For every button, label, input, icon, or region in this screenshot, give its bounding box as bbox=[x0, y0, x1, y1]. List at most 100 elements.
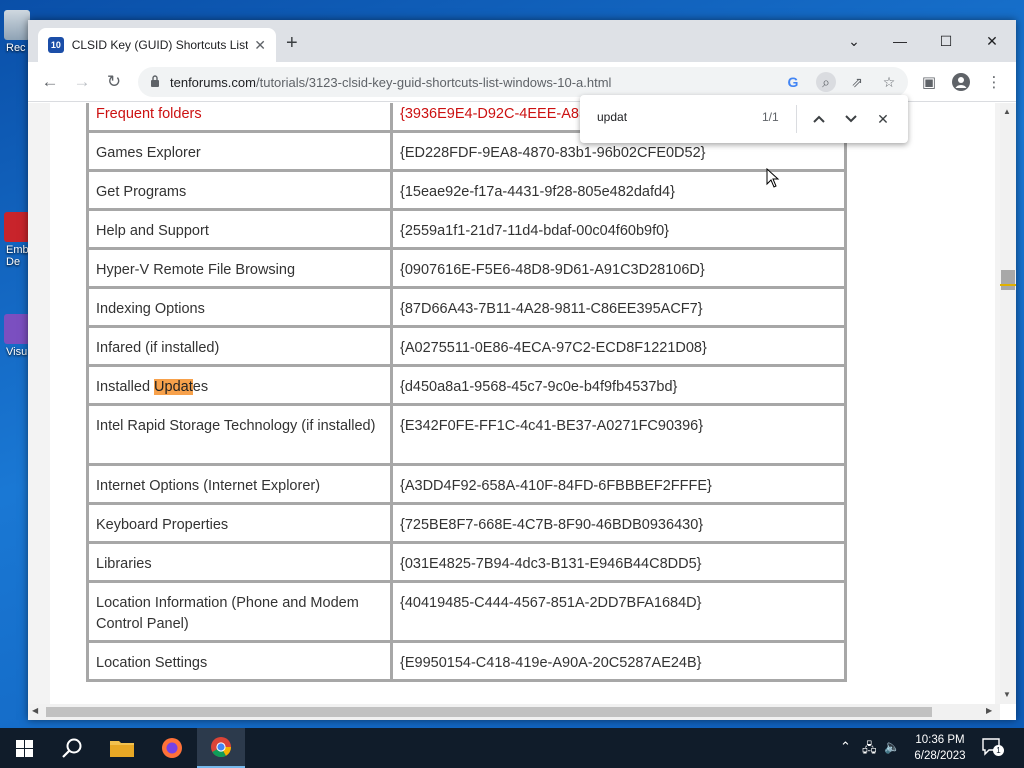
chrome-taskbar-button[interactable] bbox=[197, 728, 245, 768]
new-tab-button[interactable]: + bbox=[286, 33, 298, 53]
scroll-up-arrow-icon[interactable]: ▲ bbox=[1003, 107, 1011, 116]
horizontal-scroll-thumb[interactable] bbox=[46, 707, 932, 717]
bookmark-star-icon[interactable]: ☆ bbox=[879, 72, 899, 92]
site-favicon-icon: 10 bbox=[48, 37, 64, 53]
show-hidden-icons-icon[interactable]: ⌃ bbox=[840, 739, 851, 755]
table-row: Infared (if installed) {A0275511-0E86-4EC… bbox=[86, 325, 847, 367]
close-window-button[interactable]: ✕ bbox=[977, 28, 1007, 54]
share-icon[interactable]: ⇗ bbox=[847, 72, 867, 92]
browser-tab[interactable]: 10 CLSID Key (GUID) Shortcuts List f ✕ bbox=[38, 28, 276, 62]
table-row: Indexing Options {87D66A43-7B11-4A28-9811… bbox=[86, 286, 847, 328]
shortcut-name-cell: Libraries bbox=[86, 541, 393, 583]
horizontal-scrollbar[interactable]: ◀ ▶ bbox=[28, 704, 1000, 720]
forward-button[interactable]: → bbox=[70, 70, 94, 94]
start-button[interactable] bbox=[0, 728, 48, 768]
reload-button[interactable]: ↻ bbox=[102, 70, 126, 94]
clock-time: 10:36 PM bbox=[915, 734, 965, 746]
network-icon[interactable]: 🖧 bbox=[862, 739, 877, 761]
shortcut-name-cell: Help and Support bbox=[86, 208, 393, 250]
guid-text: {031E4825-7B94-4dc3-B131-E946B44C8DD5} bbox=[400, 556, 702, 572]
search-icon bbox=[62, 738, 82, 758]
guid-cell: {E9950154-C418-419e-A90A-20C5287AE24B} bbox=[390, 640, 847, 682]
mouse-cursor-icon bbox=[766, 168, 780, 188]
tab-search-button[interactable]: ⌄ bbox=[839, 28, 869, 54]
side-panel-icon[interactable]: ▣ bbox=[917, 70, 941, 94]
search-button[interactable] bbox=[48, 728, 96, 768]
shortcut-name-text: Infared (if installed) bbox=[96, 340, 220, 356]
shortcut-name-text: Games Explorer bbox=[96, 145, 201, 161]
firefox-button[interactable] bbox=[148, 728, 196, 768]
action-center-button[interactable]: 1 bbox=[982, 738, 1004, 756]
taskbar-clock[interactable]: 10:36 PM 6/28/2023 bbox=[908, 732, 972, 764]
shortcut-name-cell: Installed Updates bbox=[86, 364, 393, 406]
table-row: Get Programs {15eae92e-f17a-4431-9f28-805… bbox=[86, 169, 847, 211]
shortcut-name-cell: Games Explorer bbox=[86, 130, 393, 172]
taskbar: ⌃ 🖧 🔈 10:36 PM 6/28/2023 1 bbox=[0, 728, 1024, 768]
file-explorer-button[interactable] bbox=[98, 728, 146, 768]
shortcut-name-text: Help and Support bbox=[96, 223, 209, 239]
chrome-icon bbox=[211, 737, 232, 758]
guid-text: {15eae92e-f17a-4431-9f28-805e482dafd4} bbox=[400, 184, 675, 200]
shortcut-name-text: es bbox=[192, 379, 209, 395]
find-previous-button[interactable] bbox=[807, 107, 831, 131]
visual-studio-icon bbox=[4, 314, 30, 344]
visual-studio-desktop-icon[interactable]: Visu bbox=[0, 314, 30, 358]
url-text[interactable]: tenforums.com/tutorials/3123-clsid-key-g… bbox=[170, 75, 611, 90]
notification-count-badge: 1 bbox=[993, 745, 1004, 756]
tab-close-icon[interactable]: ✕ bbox=[254, 37, 266, 54]
embedded-desktop-icon[interactable]: Emb De bbox=[0, 212, 30, 268]
table-row: Intel Rapid Storage Technology (if insta… bbox=[86, 403, 847, 466]
google-lens-icon[interactable]: G bbox=[783, 72, 803, 92]
find-close-button[interactable]: ✕ bbox=[871, 107, 895, 131]
guid-text: {2559a1f1-21d7-11d4-bdaf-00c04f60b9f0} bbox=[400, 223, 670, 239]
table-row: Hyper-V Remote File Browsing {0907616E-F5… bbox=[86, 247, 847, 289]
shortcut-name-cell: Hyper-V Remote File Browsing bbox=[86, 247, 393, 289]
back-button[interactable]: ← bbox=[38, 70, 62, 94]
guid-cell: {031E4825-7B94-4dc3-B131-E946B44C8DD5} bbox=[390, 541, 847, 583]
vertical-scrollbar[interactable]: ▲ ▼ bbox=[1000, 103, 1016, 704]
profile-avatar-icon[interactable] bbox=[949, 70, 973, 94]
table-row: Location Settings {E9950154-C418-419e-A90… bbox=[86, 640, 847, 682]
maximize-button[interactable]: ☐ bbox=[931, 28, 961, 54]
find-match-highlight: Updat bbox=[154, 379, 193, 395]
guid-text: {A0275511-0E86-4ECA-97C2-ECD8F1221D08} bbox=[400, 340, 707, 356]
scroll-left-arrow-icon[interactable]: ◀ bbox=[32, 706, 38, 715]
clock-date: 6/28/2023 bbox=[914, 750, 966, 762]
desktop-icon-label: Visu bbox=[6, 346, 28, 358]
shortcut-name-text: Location Settings bbox=[96, 655, 208, 671]
shortcut-name-cell: Infared (if installed) bbox=[86, 325, 393, 367]
folder-icon bbox=[110, 741, 134, 757]
scroll-right-arrow-icon[interactable]: ▶ bbox=[986, 706, 992, 715]
guid-text: {3936E9E4-D92C-4EEE-A85A bbox=[400, 106, 597, 122]
find-bar: updat 1/1 ✕ bbox=[580, 95, 908, 143]
page-viewport: Frequent folders {3936E9E4-D92C-4EEE-A85A… bbox=[28, 103, 1000, 704]
guid-cell: {E342F0FE-FF1C-4c41-BE37-A0271FC90396} bbox=[390, 403, 847, 466]
guid-text: {A3DD4F92-658A-410F-84FD-6FBBBEF2FFFE} bbox=[400, 478, 712, 494]
address-bar[interactable]: tenforums.com/tutorials/3123-clsid-key-g… bbox=[138, 67, 908, 97]
find-next-button[interactable] bbox=[839, 107, 863, 131]
shortcut-name-cell: Location Settings bbox=[86, 640, 393, 682]
chrome-menu-icon[interactable]: ⋮ bbox=[982, 70, 1006, 94]
table-row: Location Information (Phone and Modem Co… bbox=[86, 580, 847, 643]
recycle-bin-desktop-icon[interactable]: Rec bbox=[0, 10, 30, 54]
find-result-marker bbox=[1000, 284, 1016, 286]
guid-text: {87D66A43-7B11-4A28-9811-C86EE395ACF7} bbox=[400, 301, 703, 317]
scroll-down-arrow-icon[interactable]: ▼ bbox=[1003, 690, 1011, 699]
find-in-page-icon[interactable]: ⌕ bbox=[816, 72, 836, 92]
guid-text: {ED228FDF-9EA8-4870-83b1-96b02CFE0D52} bbox=[400, 145, 706, 161]
url-path: /tutorials/3123-clsid-key-guid-shortcuts… bbox=[255, 75, 612, 90]
shortcut-name-text: Hyper-V Remote File Browsing bbox=[96, 262, 296, 278]
guid-text: {40419485-C444-4567-851A-2DD7BFA1684D} bbox=[400, 595, 702, 611]
minimize-button[interactable]: — bbox=[885, 28, 915, 54]
shortcut-name-text: Internet Options (Internet Explorer) bbox=[96, 478, 321, 494]
app-shortcut-icon bbox=[4, 212, 30, 242]
volume-muted-icon[interactable]: 🔈 bbox=[884, 739, 900, 755]
find-input[interactable]: updat bbox=[597, 110, 627, 124]
vertical-scroll-thumb[interactable] bbox=[1001, 270, 1015, 290]
guid-cell: {A3DD4F92-658A-410F-84FD-6FBBBEF2FFFE} bbox=[390, 463, 847, 505]
table-row: Libraries {031E4825-7B94-4dc3-B131-E946B4… bbox=[86, 541, 847, 583]
shortcut-name-text: Keyboard Properties bbox=[96, 517, 229, 533]
shortcut-name-text[interactable]: Frequent folders bbox=[96, 106, 202, 122]
guid-cell: {d450a8a1-9568-45c7-9c0e-b4f9fb4537bd} bbox=[390, 364, 847, 406]
guid-cell: {40419485-C444-4567-851A-2DD7BFA1684D} bbox=[390, 580, 847, 643]
